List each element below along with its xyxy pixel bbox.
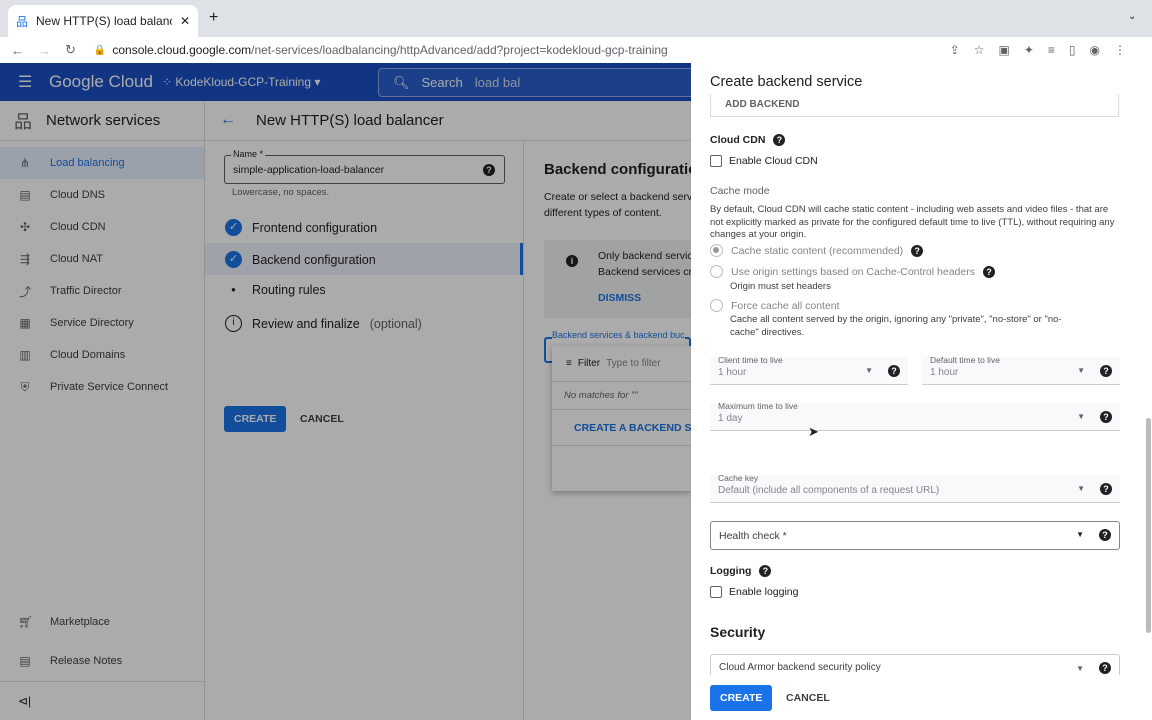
dropdown-arrow-icon: ▼ (1077, 366, 1085, 375)
checkbox-icon (710, 586, 722, 598)
security-heading: Security (710, 624, 766, 640)
dropdown-arrow-icon: ▼ (865, 366, 873, 375)
browser-tab-bar: 品 New HTTP(S) load balancer – l ✕ + ⌄ (0, 0, 1152, 37)
reload-icon[interactable]: ↻ (65, 42, 76, 58)
max-ttl-select[interactable]: Maximum time to live 1 day ▼? (710, 401, 1120, 431)
help-icon[interactable]: ? (759, 565, 772, 577)
panel-create-button[interactable]: CREATE (710, 685, 773, 711)
help-icon[interactable]: ? (1099, 662, 1111, 674)
new-tab-icon[interactable]: + (209, 9, 218, 27)
add-backend-button[interactable]: ADD BACKEND (710, 94, 1119, 117)
help-icon[interactable]: ? (1100, 365, 1112, 377)
radio-icon (710, 265, 723, 278)
radio-icon (710, 244, 723, 257)
modal-scrim[interactable] (0, 63, 691, 720)
radio-force-cache[interactable]: Force cache all content (710, 299, 840, 312)
help-icon[interactable]: ? (982, 265, 995, 278)
dropdown-arrow-icon: ▼ (1077, 412, 1085, 421)
radio-cache-static[interactable]: Cache static content (recommended)? (710, 244, 924, 257)
help-icon[interactable]: ? (888, 365, 900, 377)
dropdown-arrow-icon: ▼ (1077, 484, 1085, 493)
help-icon[interactable]: ? (911, 244, 924, 257)
back-icon[interactable]: ← (11, 43, 24, 58)
dropdown-arrow-icon: ▼ (1076, 664, 1084, 673)
enable-logging-checkbox[interactable]: Enable logging (710, 586, 798, 598)
cache-key-select[interactable]: Cache key Default (include all components… (710, 473, 1120, 503)
radio-use-origin[interactable]: Use origin settings based on Cache-Contr… (710, 265, 995, 278)
chevron-down-icon[interactable]: ⌄ (1128, 11, 1136, 22)
dropdown-arrow-icon: ▼ (1076, 530, 1084, 539)
panel-scrollbar[interactable] (1146, 418, 1151, 633)
help-icon[interactable]: ? (773, 134, 786, 146)
address-bar: ← → ↻ 🔒 console.cloud.google.com/net-ser… (0, 37, 1152, 63)
checkbox-icon (710, 155, 722, 167)
help-icon[interactable]: ? (1099, 529, 1111, 541)
browser-extension-icons[interactable]: ⇪☆▣✦≡▯◉⋮ (950, 43, 1140, 57)
help-icon[interactable]: ? (1100, 483, 1112, 495)
radio-icon (710, 299, 723, 312)
panel-cancel-button[interactable]: CANCEL (776, 685, 840, 711)
browser-tab[interactable]: 品 New HTTP(S) load balancer – l ✕ (8, 5, 198, 37)
close-tab-icon[interactable]: ✕ (180, 14, 190, 28)
forward-icon[interactable]: → (38, 43, 51, 58)
panel-title: Create backend service (710, 74, 863, 90)
create-backend-service-panel: Create backend service ADD BACKEND Cloud… (691, 63, 1152, 720)
default-ttl-select[interactable]: Default time to live 1 hour ▼? (922, 355, 1120, 385)
health-check-select[interactable]: Health check * ▼? (710, 521, 1120, 550)
network-icon: 品 (16, 14, 29, 29)
help-icon[interactable]: ? (1100, 411, 1112, 423)
lock-icon: 🔒 (93, 44, 107, 56)
mouse-cursor-icon: ➤ (808, 424, 819, 439)
client-ttl-select[interactable]: Client time to live 1 hour ▼? (710, 355, 908, 385)
url-field[interactable]: console.cloud.google.com/net-services/lo… (112, 43, 667, 57)
enable-cloud-cdn-checkbox[interactable]: Enable Cloud CDN (710, 155, 818, 167)
